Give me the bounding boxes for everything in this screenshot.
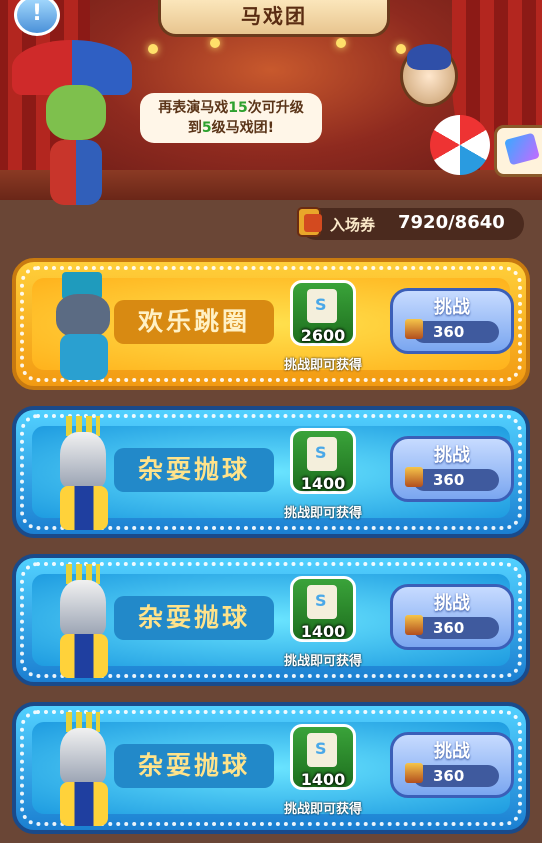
act-name: 杂耍抛球 bbox=[114, 744, 274, 788]
player-avatar[interactable] bbox=[400, 44, 458, 107]
ticket-label: 入场券 bbox=[330, 216, 376, 234]
reward-caption: 挑战即可获得 bbox=[283, 358, 362, 373]
act-card: 杂耍抛球 1400 挑战即可获得 挑战 360 bbox=[12, 702, 530, 834]
reward-caption: 挑战即可获得 bbox=[283, 802, 362, 817]
ticket-icon bbox=[405, 319, 423, 339]
ticket-icon bbox=[405, 615, 423, 635]
act-name: 欢乐跳圈 bbox=[114, 300, 274, 344]
ticket-icon bbox=[297, 207, 322, 237]
act-card: 杂耍抛球 1400 挑战即可获得 挑战 360 bbox=[12, 406, 530, 538]
act-name: 杂耍抛球 bbox=[114, 448, 274, 492]
reward-amount: 1400 bbox=[300, 622, 346, 641]
reward-caption: 挑战即可获得 bbox=[283, 654, 362, 669]
act-name: 杂耍抛球 bbox=[114, 596, 274, 640]
knight-performer bbox=[42, 712, 122, 828]
act-card: 欢乐跳圈 2600 挑战即可获得 挑战 360 bbox=[12, 258, 530, 390]
knight-performer bbox=[42, 416, 122, 532]
challenge-cost: 360 bbox=[433, 619, 465, 637]
challenge-cost: 360 bbox=[433, 767, 465, 785]
ticket-icon bbox=[405, 467, 423, 487]
page-title: 马戏团 bbox=[158, 0, 390, 37]
hint-text: 再表演马戏 bbox=[158, 100, 229, 116]
reward-caption: 挑战即可获得 bbox=[283, 506, 362, 521]
upgrade-hint-bubble: 再表演马戏15次可升级 到5级马戏团! bbox=[140, 93, 322, 143]
stage-lights bbox=[100, 38, 442, 60]
hint-text: 级马戏团! bbox=[211, 120, 275, 136]
challenge-label: 挑战 bbox=[434, 593, 470, 614]
challenge-label: 挑战 bbox=[434, 741, 470, 762]
book-icon[interactable] bbox=[494, 125, 542, 177]
hint-text: 次可升级 bbox=[247, 100, 304, 116]
ticket-value: 7920/8640 bbox=[398, 212, 505, 233]
challenge-button[interactable]: 挑战 360 bbox=[390, 584, 514, 650]
act-card: 杂耍抛球 1400 挑战即可获得 挑战 360 bbox=[12, 554, 530, 686]
hint-level: 5 bbox=[201, 120, 212, 136]
challenge-button[interactable]: 挑战 360 bbox=[390, 288, 514, 354]
ticket-icon bbox=[405, 763, 423, 783]
hint-text: 到 bbox=[187, 120, 202, 136]
challenge-cost: 360 bbox=[433, 471, 465, 489]
challenge-label: 挑战 bbox=[434, 445, 470, 466]
challenge-button[interactable]: 挑战 360 bbox=[390, 732, 514, 798]
knight-performer bbox=[42, 564, 122, 680]
reward-amount: 1400 bbox=[300, 770, 346, 789]
challenge-button[interactable]: 挑战 360 bbox=[390, 436, 514, 502]
reward-amount: 1400 bbox=[300, 474, 346, 493]
beach-ball bbox=[430, 115, 490, 175]
hippo-performer bbox=[42, 272, 122, 384]
challenge-label: 挑战 bbox=[434, 297, 470, 318]
reward-amount: 2600 bbox=[300, 326, 346, 345]
challenge-cost: 360 bbox=[433, 323, 465, 341]
jester-character bbox=[12, 40, 132, 210]
hint-count: 15 bbox=[228, 100, 248, 116]
